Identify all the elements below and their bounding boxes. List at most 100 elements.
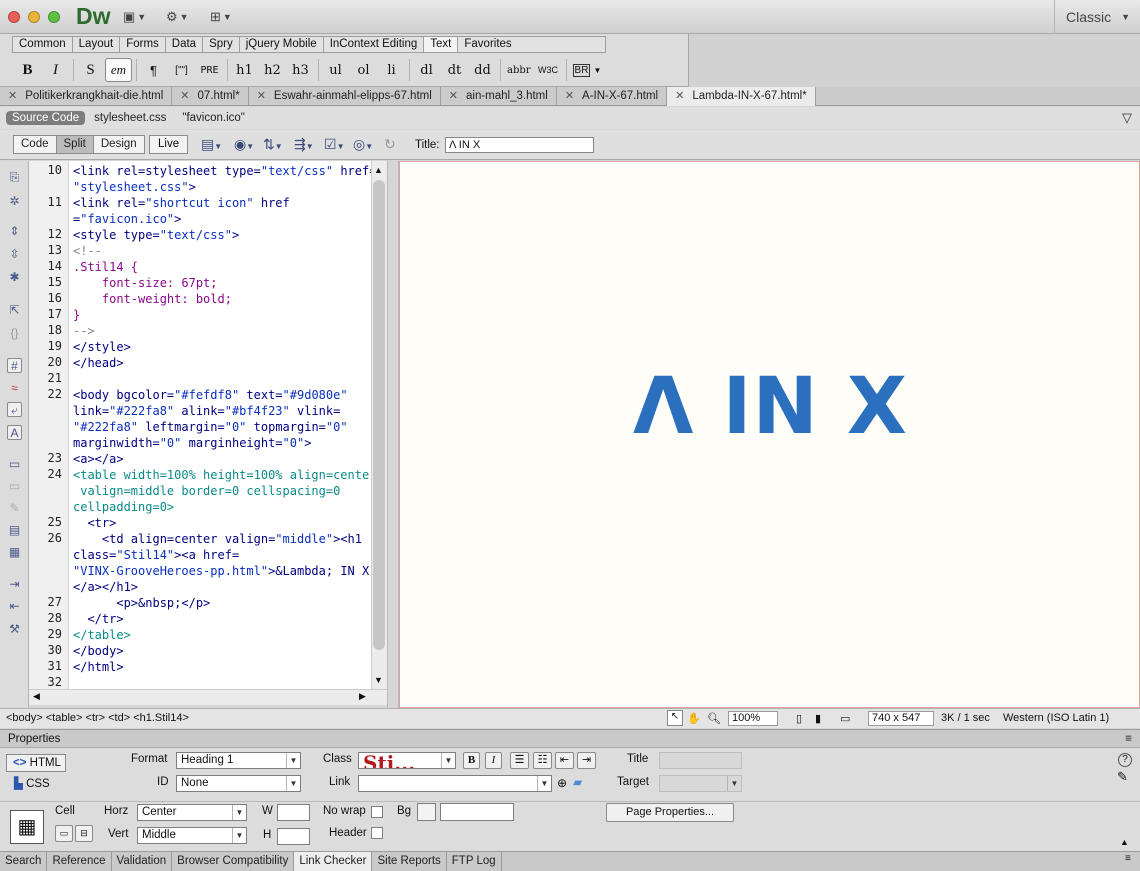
outdent-icon[interactable]: ⇤ <box>555 752 574 769</box>
tablet-size-icon[interactable]: ▮ <box>815 712 821 725</box>
doc-tab[interactable]: ✕ Eswahr-ainmahl-elipps-67.html <box>249 87 441 106</box>
italic-property-button[interactable]: I <box>485 752 502 769</box>
insert-tab-data[interactable]: Data <box>166 37 204 52</box>
doc-tab[interactable]: ✕ ain-mahl_3.html <box>441 87 557 106</box>
doc-tab[interactable]: ✕ Politikerkrangkhait-die.html <box>0 87 173 106</box>
format-select[interactable]: Heading 1 ▼ <box>176 752 301 769</box>
insert-tab-forms[interactable]: Forms <box>120 37 166 52</box>
paragraph-button[interactable]: ¶ <box>140 58 167 82</box>
unordered-list-icon[interactable]: ☰ <box>510 752 529 769</box>
width-input[interactable] <box>277 804 310 821</box>
results-tab-validation[interactable]: Validation <box>112 852 173 871</box>
gear-icon[interactable]: ⚙ ▼ <box>166 8 189 26</box>
zoom-select[interactable]: 100% <box>728 711 778 726</box>
show-code-navigator-icon[interactable]: ✲ <box>7 194 22 209</box>
scroll-down-arrow[interactable]: ▼ <box>374 675 383 685</box>
panel-menu-icon[interactable]: ≡ <box>1125 853 1131 864</box>
balance-braces-icon[interactable]: {} <box>7 326 22 341</box>
ordered-list-button[interactable]: ol <box>350 58 377 82</box>
definition-term-button[interactable]: dt <box>441 58 468 82</box>
insert-tab-favorites[interactable]: Favorites <box>458 37 605 52</box>
heading3-button[interactable]: h3 <box>287 58 314 82</box>
layout-menu-icon[interactable]: ▣ ▼ <box>123 8 146 26</box>
filter-icon[interactable]: ▽ <box>1122 110 1132 126</box>
edit-rule-icon[interactable]: ✎ <box>1117 769 1128 785</box>
preformatted-button[interactable]: PRE <box>196 58 223 82</box>
bold-button[interactable]: B <box>14 58 41 82</box>
ordered-list-icon[interactable]: ☷ <box>533 752 552 769</box>
format-source-icon[interactable]: ⚒ <box>7 622 22 637</box>
scroll-left-arrow[interactable]: ◀ <box>33 691 40 702</box>
results-tab-search[interactable]: Search <box>0 852 48 871</box>
hand-tool-icon[interactable]: ✋ <box>687 712 701 725</box>
recent-snippets-icon[interactable]: ▤ <box>7 523 22 538</box>
list-item-button[interactable]: li <box>378 58 405 82</box>
nowrap-checkbox[interactable] <box>371 806 383 818</box>
results-tab-site-reports[interactable]: Site Reports <box>372 852 447 871</box>
related-file[interactable]: "favicon.ico" <box>182 112 245 124</box>
unordered-list-button[interactable]: ul <box>322 58 349 82</box>
insert-tab-jquery-mobile[interactable]: jQuery Mobile <box>240 37 324 52</box>
properties-header[interactable]: Properties ≡ <box>0 729 1140 748</box>
definition-list-button[interactable]: dl <box>413 58 440 82</box>
characters-button[interactable]: BR ▼ <box>570 58 605 82</box>
insert-tab-incontext[interactable]: InContext Editing <box>324 37 425 52</box>
close-icon[interactable]: ✕ <box>449 87 458 106</box>
horz-select[interactable]: Center ▼ <box>137 804 247 821</box>
scroll-right-arrow[interactable]: ▶ <box>359 691 366 702</box>
window-size-select[interactable]: 740 x 547 <box>868 711 934 726</box>
zoom-window-button[interactable] <box>48 11 60 23</box>
class-select[interactable]: Sti... ▼ <box>358 752 456 769</box>
syntax-coloring-icon[interactable]: A <box>7 425 22 440</box>
close-icon[interactable]: ✕ <box>675 87 684 106</box>
line-numbers-icon[interactable]: # <box>7 358 22 373</box>
bg-color-swatch[interactable] <box>417 803 436 821</box>
vert-select[interactable]: Middle ▼ <box>137 827 247 844</box>
code-view-button[interactable]: Code <box>14 136 57 153</box>
wrap-tag-icon[interactable]: ✎ <box>7 501 22 516</box>
scrollbar-thumb[interactable] <box>373 180 385 650</box>
help-icon[interactable]: ? <box>1118 753 1132 767</box>
italic-button[interactable]: I <box>42 58 69 82</box>
workspace-switcher[interactable]: Classic ▼ <box>1054 0 1140 34</box>
point-to-file-icon[interactable]: ⊕ <box>557 776 567 790</box>
minimize-window-button[interactable] <box>28 11 40 23</box>
debug-icon[interactable]: ⇶▼ <box>294 136 314 153</box>
id-select[interactable]: None ▼ <box>176 775 301 792</box>
close-icon[interactable]: ✕ <box>8 87 17 106</box>
mobile-size-icon[interactable]: ▯ <box>796 712 802 725</box>
select-parent-tag-icon[interactable]: ⇱ <box>7 303 22 318</box>
split-divider[interactable] <box>387 161 399 708</box>
desktop-size-icon[interactable]: ▭ <box>840 712 850 725</box>
file-management-icon[interactable]: ⇅▼ <box>263 136 283 153</box>
split-view-button[interactable]: Split <box>56 136 94 153</box>
refresh-icon[interactable]: ↻ <box>384 136 396 153</box>
move-css-icon[interactable]: ▦ <box>7 545 22 560</box>
tag-selector[interactable]: <body> <table> <tr> <td> <h1.Stil14> <box>6 712 189 724</box>
w3c-acronym-button[interactable]: W3C <box>535 58 562 82</box>
apply-comment-icon[interactable]: ▭ <box>7 457 22 472</box>
css-mode-button[interactable]: ▙ CSS <box>14 776 50 790</box>
insert-tab-layout[interactable]: Layout <box>73 37 121 52</box>
live-view-button[interactable]: Live <box>149 135 189 154</box>
bg-color-input[interactable] <box>440 803 514 821</box>
indent-code-icon[interactable]: ⇥ <box>7 577 22 592</box>
visual-aids-icon[interactable]: ◎▼ <box>353 136 373 153</box>
link-input[interactable]: ▼ <box>358 775 552 792</box>
emphasis-button[interactable]: em <box>105 58 132 82</box>
heading1-button[interactable]: h1 <box>231 58 258 82</box>
blockquote-button[interactable]: [""] <box>168 58 195 82</box>
design-view-button[interactable]: Design <box>94 136 144 153</box>
design-view[interactable]: Λ IN X <box>399 161 1140 708</box>
results-tab-reference[interactable]: Reference <box>47 852 112 871</box>
strong-button[interactable]: S <box>77 58 104 82</box>
panel-menu-icon[interactable]: ≡ <box>1125 730 1132 748</box>
remove-comment-icon[interactable]: ▭ <box>7 479 22 494</box>
validate-icon[interactable]: ☑▼ <box>324 136 344 153</box>
doc-tab-active[interactable]: ✕ Lambda-IN-X-67.html* <box>667 87 816 106</box>
indent-icon[interactable]: ⇥ <box>577 752 596 769</box>
insert-tab-text[interactable]: Text <box>424 37 459 52</box>
highlight-invalid-icon[interactable]: ≈ <box>7 381 22 396</box>
results-tab-link-checker[interactable]: Link Checker <box>294 852 373 871</box>
collapse-selection-icon[interactable]: ⇳ <box>7 247 22 262</box>
